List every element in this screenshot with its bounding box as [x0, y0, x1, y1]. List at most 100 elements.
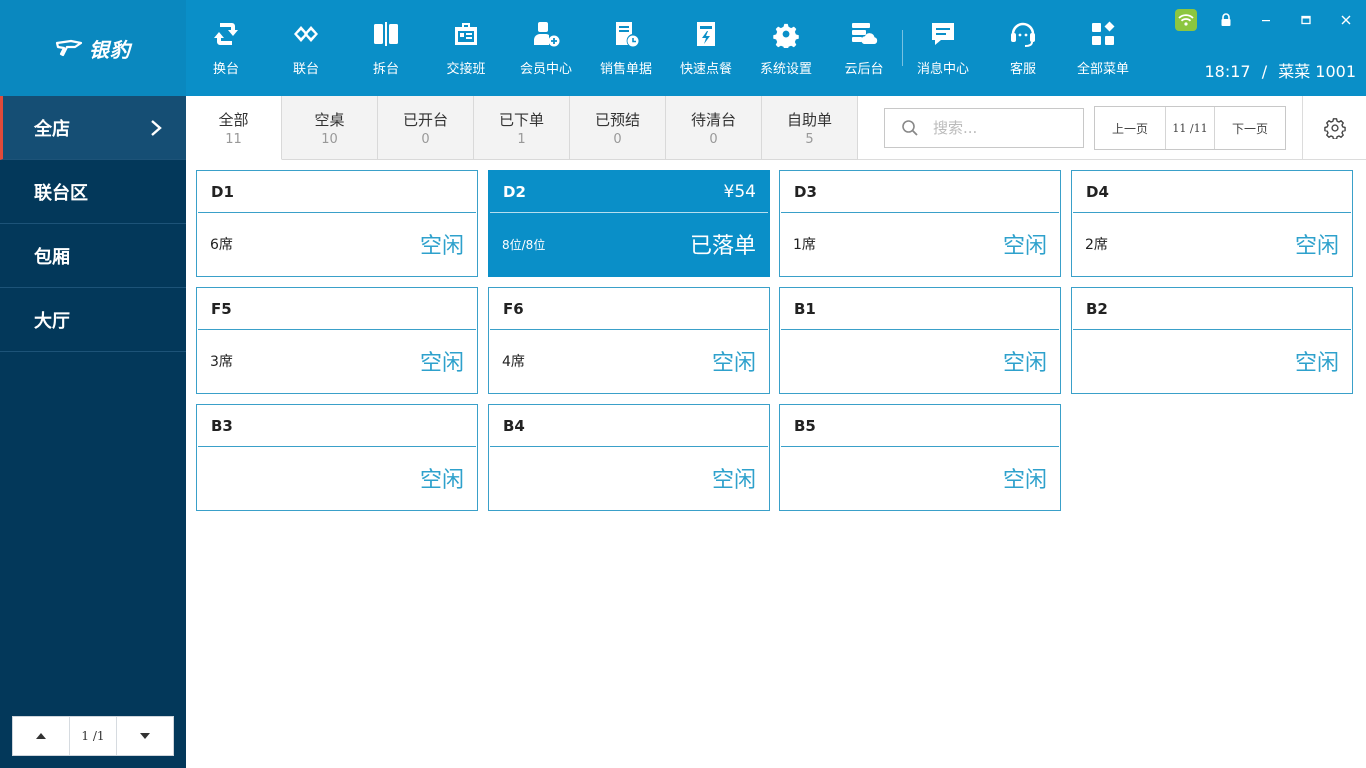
wifi-icon [1175, 9, 1197, 31]
toolbar-quick-order-button[interactable]: 快速点餐 [666, 0, 746, 96]
table-name: B2 [1086, 299, 1108, 318]
sidebar-page-up-button[interactable] [13, 717, 69, 755]
toolbar-split-label: 拆台 [372, 62, 399, 77]
sidebar-item-all-store[interactable]: 全店 [0, 96, 186, 160]
lock-icon [1221, 13, 1231, 26]
status-separator: / [1261, 62, 1268, 81]
tab-label: 空桌 [314, 110, 345, 129]
table-card-header: D2 ¥54 [490, 171, 768, 213]
toolbar-sales-button[interactable]: 销售单据 [586, 0, 666, 96]
sidebar-pager: 1 /1 [12, 716, 174, 756]
tab-to-clear[interactable]: 待清台 0 [666, 96, 762, 160]
toolbar-messages-label: 消息中心 [916, 62, 969, 77]
window-controls [1166, 6, 1366, 34]
toolbar-sales-label: 销售单据 [599, 62, 652, 77]
tab-count: 5 [805, 131, 814, 147]
toolbar-service-button[interactable]: 客服 [983, 0, 1063, 96]
table-status: 空闲 [419, 351, 464, 376]
toolbar-swap-button[interactable]: 换台 [186, 0, 266, 96]
minimize-button[interactable] [1246, 6, 1286, 34]
table-card-body: 空闲 [197, 447, 477, 509]
tab-ordered[interactable]: 已下单 1 [474, 96, 570, 160]
brand-logo: 银豹 [0, 0, 186, 96]
tab-label: 待清台 [690, 110, 736, 129]
tab-label: 自助单 [786, 110, 832, 129]
table-card-b1[interactable]: B1 空闲 [779, 287, 1061, 394]
table-card-header: F5 [198, 288, 476, 330]
toolbar-all-menu-button[interactable]: 全部菜单 [1063, 0, 1143, 96]
tab-all[interactable]: 全部 11 [186, 96, 282, 160]
toolbar-settings-label: 系统设置 [759, 62, 812, 77]
table-seats: 1席 [793, 237, 816, 253]
tab-label: 已预结 [594, 110, 640, 129]
table-card-b5[interactable]: B5 空闲 [779, 404, 1061, 511]
member-add-icon [534, 22, 560, 47]
table-card-f6[interactable]: F6 4席 空闲 [488, 287, 770, 394]
table-card-d1[interactable]: D1 6席 空闲 [196, 170, 478, 277]
table-seats: 8位/8位 [502, 237, 546, 252]
table-card-b2[interactable]: B2 空闲 [1071, 287, 1353, 394]
search-box[interactable] [884, 108, 1084, 148]
toolbar-messages-button[interactable]: 消息中心 [903, 0, 983, 96]
toolbar-merge-button[interactable]: 联台 [266, 0, 346, 96]
sales-doc-icon [616, 22, 639, 47]
close-button[interactable] [1326, 6, 1366, 34]
sidebar-item-linked-area[interactable]: 联台区 [0, 160, 186, 224]
table-name: B4 [503, 416, 525, 435]
toolbar-member-button[interactable]: 会员中心 [506, 0, 586, 96]
table-card-b4[interactable]: B4 空闲 [488, 404, 770, 511]
toolbar-swap-label: 换台 [212, 62, 239, 77]
table-seats: 4席 [502, 354, 525, 370]
table-name: D3 [794, 182, 817, 201]
status-tabs: 全部 11 空桌 10 已开台 0 已下单 1 已预结 0 待清台 0 自助单 … [186, 96, 858, 160]
table-card-header: F6 [490, 288, 768, 330]
triangle-down-icon [140, 733, 150, 739]
lock-button[interactable] [1206, 6, 1246, 34]
sidebar-item-hall[interactable]: 大厅 [0, 288, 186, 352]
sidebar-item-label: 包厢 [34, 246, 70, 268]
table-seats: 3席 [210, 354, 233, 370]
app-window: 银豹 换台 联台 拆台 交接班 会员中心 销售单据 快速点餐 系统设置 云后台 … [0, 0, 1366, 768]
tab-self-service[interactable]: 自助单 5 [762, 96, 858, 160]
toolbar-split-button[interactable]: 拆台 [346, 0, 426, 96]
minimize-icon [1262, 20, 1270, 22]
tab-empty[interactable]: 空桌 10 [282, 96, 378, 160]
tab-opened[interactable]: 已开台 0 [378, 96, 474, 160]
top-bar: 银豹 换台 联台 拆台 交接班 会员中心 销售单据 快速点餐 系统设置 云后台 … [0, 0, 1366, 96]
tab-prebilled[interactable]: 已预结 0 [570, 96, 666, 160]
view-settings-button[interactable] [1302, 96, 1366, 159]
table-card-b3[interactable]: B3 空闲 [196, 404, 478, 511]
current-user: 菜菜 1001 [1278, 62, 1356, 81]
table-status: 空闲 [1002, 468, 1047, 493]
tab-label: 全部 [218, 110, 249, 129]
search-input[interactable] [933, 119, 1073, 137]
table-status: 空闲 [419, 234, 464, 259]
sidebar-page-down-button[interactable] [117, 717, 173, 755]
table-card-d3[interactable]: D3 1席 空闲 [779, 170, 1061, 277]
wifi-status-button[interactable] [1166, 6, 1206, 34]
table-name: D1 [211, 182, 234, 201]
table-card-d2[interactable]: D2 ¥54 8位/8位 已落单 [488, 170, 770, 277]
table-card-header: B2 [1073, 288, 1351, 330]
table-card-f5[interactable]: F5 3席 空闲 [196, 287, 478, 394]
maximize-button[interactable] [1286, 6, 1326, 34]
cloud-backend-icon [852, 23, 878, 44]
toolbar-settings-button[interactable]: 系统设置 [746, 0, 826, 96]
table-card-body: 2席 空闲 [1072, 213, 1352, 275]
next-page-button[interactable]: 下一页 [1215, 107, 1285, 149]
toolbar-cloud-button[interactable]: 云后台 [826, 0, 902, 96]
quick-order-icon [697, 22, 715, 46]
chevron-right-icon [151, 120, 162, 136]
table-card-d4[interactable]: D4 2席 空闲 [1071, 170, 1353, 277]
table-card-header: B1 [781, 288, 1059, 330]
table-name: B3 [211, 416, 233, 435]
table-card-header: B4 [490, 405, 768, 447]
table-status: 空闲 [1294, 351, 1339, 376]
table-card-body: 空闲 [489, 447, 769, 509]
table-pager: 上一页 11 /11 下一页 [1094, 106, 1286, 150]
link-table-icon [294, 26, 318, 42]
status-time-user: 18:17 / 菜菜 1001 [1205, 58, 1357, 82]
toolbar-shift-button[interactable]: 交接班 [426, 0, 506, 96]
prev-page-button[interactable]: 上一页 [1095, 107, 1165, 149]
sidebar-item-private-room[interactable]: 包厢 [0, 224, 186, 288]
